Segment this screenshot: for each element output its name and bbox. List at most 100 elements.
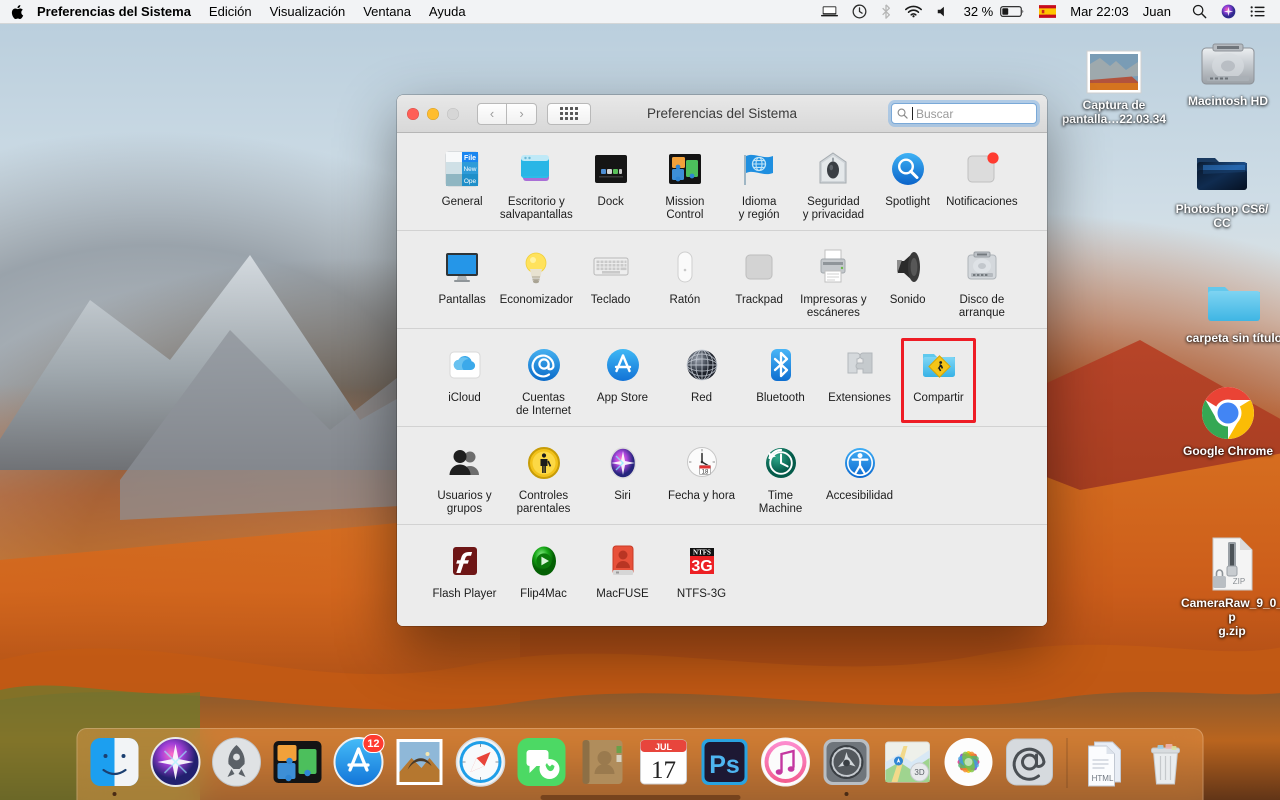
photos-icon [942, 735, 996, 789]
desktop-icon-camera-raw-zip[interactable]: ZIP CameraRaw_9_0_p g.zip [1178, 530, 1280, 638]
dock-item-maps[interactable]: 3D [879, 732, 937, 796]
pref-dock[interactable]: Dock [574, 147, 648, 222]
menu-app-name[interactable]: Preferencias del Sistema [37, 0, 200, 24]
show-all-button[interactable] [547, 102, 591, 125]
pref-extensiones[interactable]: Extensiones [820, 343, 899, 418]
pref-cuentas-internet[interactable]: Cuentas de Internet [504, 343, 583, 418]
dock-item-app-store[interactable]: 12 [330, 732, 388, 796]
time-machine-icon[interactable] [845, 0, 874, 24]
dock-item-mission-control[interactable] [269, 732, 327, 796]
spanish-flag-icon[interactable]: ISO [1032, 0, 1063, 24]
dock-item-messages[interactable] [513, 732, 571, 796]
menu-bar-datetime[interactable]: Mar 22:03 [1063, 0, 1136, 24]
dock-item-calendar[interactable]: JUL 17 [635, 732, 693, 796]
pref-app-store[interactable]: App Store [583, 343, 662, 418]
desktop-icon-photoshop-folder[interactable]: Photoshop CS6/ CC [1168, 136, 1276, 230]
pref-general[interactable]: File New Ope General [425, 147, 499, 222]
pref-time-machine[interactable]: Time Machine [741, 441, 820, 516]
pref-compartir[interactable]: Compartir [899, 338, 978, 423]
dock-item-system-preferences[interactable] [818, 732, 876, 796]
close-button[interactable] [407, 107, 419, 120]
dock-item-documents-stack[interactable]: HTML [1076, 732, 1134, 796]
menu-visualizacion[interactable]: Visualización [261, 0, 355, 24]
pref-bluetooth[interactable]: Bluetooth [741, 343, 820, 418]
dock-item-mail[interactable] [391, 732, 449, 796]
siri-icon[interactable] [1214, 0, 1243, 24]
pref-pantallas[interactable]: Pantallas [425, 245, 499, 320]
pref-economizador[interactable]: Economizador [499, 245, 573, 320]
zoom-button[interactable] [447, 107, 459, 120]
notification-center-icon[interactable] [1243, 0, 1272, 24]
minimize-button[interactable] [427, 107, 439, 120]
pref-usuarios-grupos[interactable]: Usuarios y grupos [425, 441, 504, 516]
back-button[interactable]: ‹ [477, 102, 507, 125]
pref-flip4mac[interactable]: Flip4Mac [504, 539, 583, 601]
running-indicator [844, 792, 849, 796]
pref-trackpad[interactable]: Trackpad [722, 245, 796, 320]
pref-sonido[interactable]: Sonido [871, 245, 945, 320]
dock-item-itunes[interactable] [757, 732, 815, 796]
pref-fecha-hora[interactable]: 18 Fecha y hora [662, 441, 741, 516]
battery-icon[interactable] [1000, 0, 1032, 24]
bluetooth-icon[interactable] [874, 0, 898, 24]
keyboard-icon [591, 245, 631, 289]
pref-impresoras-escaneres[interactable]: Impresoras y escáneres [796, 245, 870, 320]
pref-macfuse[interactable]: MacFUSE [583, 539, 662, 601]
forward-button[interactable]: › [507, 102, 537, 125]
desktop-icon-google-chrome[interactable]: Google Chrome [1174, 378, 1280, 458]
volume-icon[interactable] [929, 0, 957, 24]
spotlight-search-icon[interactable] [1178, 0, 1214, 24]
menu-ventana[interactable]: Ventana [354, 0, 420, 24]
dock-item-contacts[interactable] [574, 732, 632, 796]
pref-notificaciones[interactable]: Notificaciones [945, 147, 1019, 222]
dock-item-mail-at[interactable] [1001, 732, 1059, 796]
search-input[interactable]: Buscar [891, 103, 1037, 124]
window-title-bar[interactable]: ‹ › Preferencias del Sistema Buscar [397, 95, 1047, 133]
dock[interactable]: 12 JUL 17 Ps 3D HTML [76, 728, 1204, 800]
dock-hide-indicator[interactable] [540, 795, 740, 800]
pref-raton[interactable]: Ratón [648, 245, 722, 320]
pref-teclado[interactable]: Teclado [574, 245, 648, 320]
pref-flash-player[interactable]: Flash Player [425, 539, 504, 601]
mission-control-icon [665, 147, 705, 191]
pref-label: Bluetooth [756, 392, 805, 404]
pref-siri[interactable]: Siri [583, 441, 662, 516]
pref-escritorio-salvapantallas[interactable]: Escritorio y salvapantallas [499, 147, 573, 222]
dock-item-photos[interactable] [940, 732, 998, 796]
pref-seguridad-privacidad[interactable]: Seguridad y privacidad [796, 147, 870, 222]
pref-red[interactable]: Red [662, 343, 741, 418]
wifi-icon[interactable] [898, 0, 929, 24]
pref-controles-parentales[interactable]: Controles parentales [504, 441, 583, 516]
pref-mission-control[interactable]: Mission Control [648, 147, 722, 222]
dock-item-finder[interactable] [86, 732, 144, 796]
pref-icloud[interactable]: iCloud [425, 343, 504, 418]
display-icon[interactable] [814, 0, 845, 24]
pref-label: NTFS-3G [676, 588, 727, 600]
pref-label-line2: parentales [516, 503, 571, 515]
pref-idioma-region[interactable]: Idioma y región [722, 147, 796, 222]
sound-icon [888, 245, 928, 289]
desktop-icon-screenshot[interactable]: Captura de pantalla…22.03.34 [1060, 32, 1168, 126]
pref-spotlight[interactable]: Spotlight [871, 147, 945, 222]
menu-edicion[interactable]: Edición [200, 0, 261, 24]
dock-item-photoshop[interactable]: Ps [696, 732, 754, 796]
dock-item-safari[interactable] [452, 732, 510, 796]
menu-ayuda[interactable]: Ayuda [420, 0, 475, 24]
desktop-icon-macintosh-hd[interactable]: Macintosh HD [1174, 28, 1280, 108]
messages-icon [515, 735, 569, 789]
dock-item-siri[interactable] [147, 732, 205, 796]
pref-accesibilidad[interactable]: Accesibilidad [820, 441, 899, 516]
dock-item-trash[interactable] [1137, 732, 1195, 796]
pref-label-line1: Disco de [959, 294, 1005, 306]
siri-icon [149, 735, 203, 789]
pref-label: Spotlight [885, 196, 930, 208]
pref-disco-arranque[interactable]: Disco de arranque [945, 245, 1019, 320]
pref-ntfs-3g[interactable]: NTFS 3G NTFS-3G [662, 539, 741, 601]
dock-item-launchpad[interactable] [208, 732, 266, 796]
apple-logo-icon[interactable] [0, 4, 37, 20]
pref-label: Siri [614, 490, 631, 502]
desktop-icon-untitled-folder[interactable]: carpeta sin título [1180, 265, 1280, 345]
pref-label: Ratón [669, 294, 701, 306]
system-preferences-window[interactable]: ‹ › Preferencias del Sistema Buscar File… [397, 95, 1047, 626]
menu-bar-user[interactable]: Juan [1136, 0, 1178, 24]
